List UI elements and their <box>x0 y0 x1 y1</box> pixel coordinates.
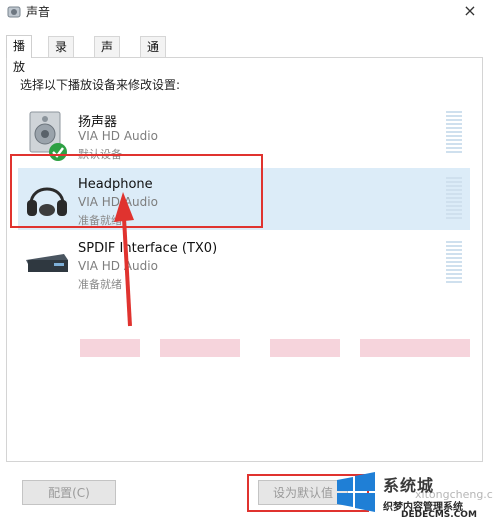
spdif-device-icon <box>26 254 68 272</box>
panel-instructions: 选择以下播放设备来修改设置: <box>20 78 181 92</box>
blurred-region <box>50 335 488 361</box>
window-title: 声音 <box>26 5 51 19</box>
tab-communications[interactable]: 通信 <box>140 36 167 75</box>
windows-logo-icon <box>337 472 375 512</box>
watermark-title: 系统城 <box>383 476 435 495</box>
list-item-spdif[interactable]: SPDIF Interface (TX0) VIA HD Audio 准备就绪 <box>18 232 470 294</box>
tab-recording[interactable]: 录制 <box>48 36 75 75</box>
watermark-site: DEDECMS.COM <box>401 510 477 520</box>
title-bar: 声音 × <box>0 0 493 28</box>
volume-level-meter <box>446 111 462 157</box>
device-driver: VIA HD Audio <box>78 129 158 143</box>
annotation-arrow <box>114 192 134 327</box>
configure-button[interactable]: 配置(C) <box>22 480 116 505</box>
tab-playback[interactable]: 播放 <box>6 35 33 74</box>
site-watermark: xitongcheng.com 系统城 织梦内容管理系统 DEDECMS.COM <box>305 466 493 520</box>
volume-level-meter <box>446 177 462 223</box>
volume-level-meter <box>446 241 462 287</box>
speaker-icon <box>7 6 21 18</box>
device-name: 扬声器 <box>78 115 118 130</box>
sound-dialog: 声音 × 播放 录制 声音 通信 选择以下播放设备来修改设置: 扬声器 VIA … <box>0 0 493 521</box>
tab-sounds[interactable]: 声音 <box>94 36 121 75</box>
close-button[interactable]: × <box>455 0 485 26</box>
